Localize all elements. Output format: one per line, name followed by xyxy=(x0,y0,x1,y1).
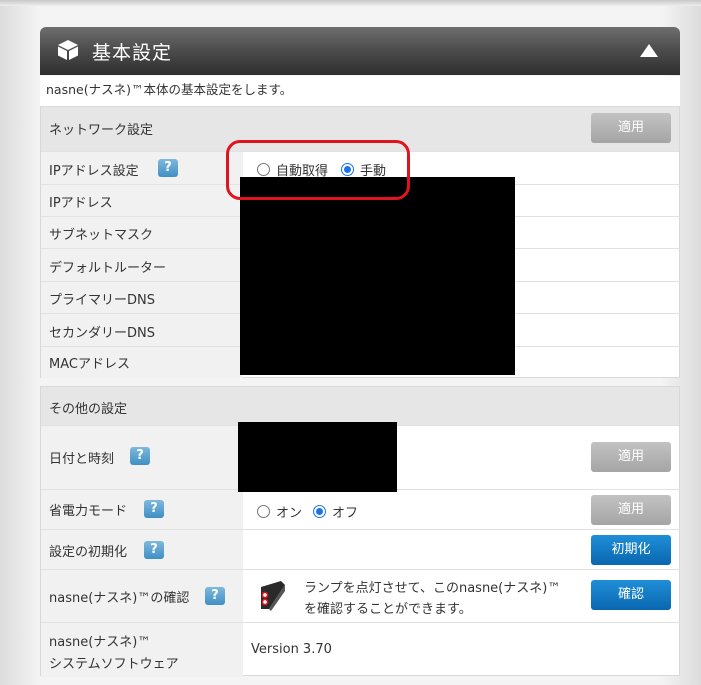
settings-row-reset: 設定の初期化 ? 初期化 xyxy=(41,529,679,569)
identify-description-line1: ランプを点灯させて、このnasne(ナスネ)™ xyxy=(304,581,561,596)
datetime-label: 日付と時刻 xyxy=(49,452,115,467)
network-settings-title: ネットワーク設定 xyxy=(49,123,154,138)
primary-dns-label: プライマリーDNS xyxy=(49,293,155,308)
annotation-highlight xyxy=(226,140,410,200)
software-label-line1: nasne(ナスネ)™ xyxy=(49,635,151,650)
redacted-datetime-value xyxy=(238,422,397,492)
identify-button[interactable]: 確認 xyxy=(591,580,671,610)
nasne-device-icon xyxy=(261,581,285,611)
page-description: nasne(ナスネ)™本体の基本設定をします。 xyxy=(40,76,680,106)
datetime-apply-button[interactable]: 適用 xyxy=(591,442,671,472)
software-label-line2: システムソフトウェア xyxy=(49,657,179,672)
mac-label: MACアドレス xyxy=(49,357,130,372)
settings-row-identify: nasne(ナスネ)™の確認 ? ランプを点灯させて、このnasne(ナスネ)™… xyxy=(41,569,679,622)
help-icon[interactable]: ? xyxy=(144,500,164,518)
identify-label: nasne(ナスネ)™の確認 xyxy=(49,591,190,606)
gateway-label: デフォルトルーター xyxy=(49,261,167,276)
power-on-radio[interactable] xyxy=(257,505,270,518)
reset-button[interactable]: 初期化 xyxy=(591,535,671,565)
help-icon[interactable]: ? xyxy=(144,541,164,559)
top-edge xyxy=(0,0,701,6)
help-icon[interactable]: ? xyxy=(205,587,225,605)
help-icon[interactable]: ? xyxy=(130,447,150,465)
power-off-radio[interactable] xyxy=(313,505,326,518)
help-icon[interactable]: ? xyxy=(158,159,178,177)
collapse-icon[interactable] xyxy=(640,44,658,57)
network-apply-button[interactable]: 適用 xyxy=(591,113,671,143)
other-settings-header: その他の設定 xyxy=(41,387,679,425)
secondary-dns-label: セカンダリーDNS xyxy=(49,326,155,341)
identify-description-line2: を確認することができます。 xyxy=(304,602,472,617)
settings-row-software: nasne(ナスネ)™ システムソフトウェア Version 3.70 xyxy=(41,622,679,677)
power-apply-button[interactable]: 適用 xyxy=(591,495,671,525)
settings-header[interactable]: 基本設定 xyxy=(40,27,680,75)
reset-label: 設定の初期化 xyxy=(49,545,128,560)
power-mode-label: 省電力モード xyxy=(49,504,128,519)
cube-icon xyxy=(58,40,78,60)
software-version: Version 3.70 xyxy=(251,642,332,657)
ip-address-label: IPアドレス xyxy=(49,196,113,211)
page-title: 基本設定 xyxy=(92,42,173,64)
other-settings-title: その他の設定 xyxy=(49,402,128,417)
power-off-label: オフ xyxy=(332,506,359,521)
redacted-network-values xyxy=(240,177,515,375)
subnet-label: サブネットマスク xyxy=(49,228,154,243)
settings-row-power: 省電力モード ? オン オフ 適用 xyxy=(41,489,679,529)
power-on-label: オン xyxy=(276,506,303,521)
ip-mode-label: IPアドレス設定 xyxy=(49,164,139,179)
